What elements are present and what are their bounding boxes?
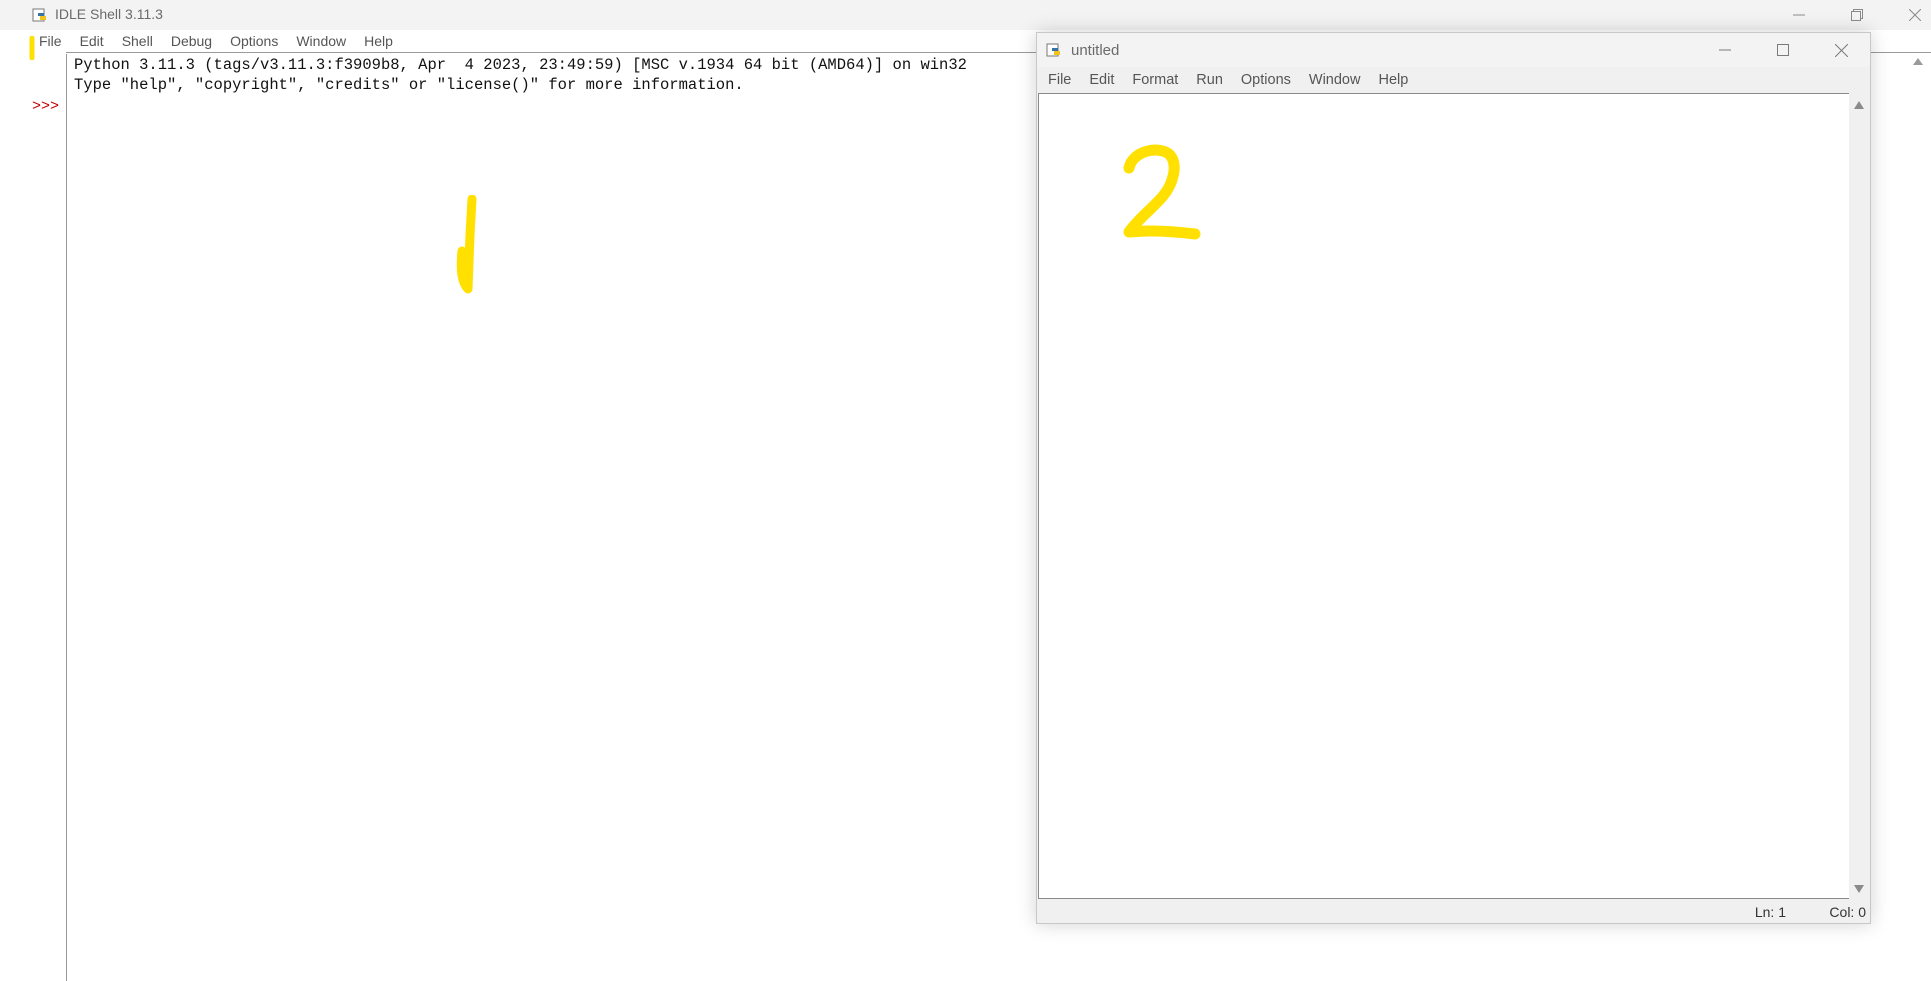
idle-editor-window: untitled File Edit Format Run Options Wi… [1036, 32, 1871, 924]
python-icon [1046, 42, 1062, 58]
editor-menu-file[interactable]: File [1039, 69, 1080, 91]
shell-menu-bar: File Edit Shell Debug Options Window Hel… [30, 30, 402, 52]
scroll-down-icon[interactable] [1854, 885, 1864, 893]
restore-icon[interactable] [1834, 0, 1880, 30]
editor-title: untitled [1071, 42, 1120, 59]
editor-menu-window[interactable]: Window [1300, 69, 1370, 91]
shell-prompt: >>> [32, 98, 60, 115]
shell-prompt-gutter: >>> [30, 54, 67, 981]
editor-menu-help[interactable]: Help [1369, 69, 1417, 91]
shell-banner-line-1: Python 3.11.3 (tags/v3.11.3:f3909b8, Apr… [74, 56, 967, 74]
editor-menu-bar: File Edit Format Run Options Window Help [1039, 69, 1417, 91]
editor-vertical-scrollbar[interactable] [1849, 93, 1869, 899]
editor-menu-options[interactable]: Options [1232, 69, 1300, 91]
shell-menu-shell[interactable]: Shell [113, 30, 162, 52]
close-icon[interactable] [1818, 33, 1864, 67]
minimize-icon[interactable] [1702, 33, 1748, 67]
editor-menu-edit[interactable]: Edit [1080, 69, 1123, 91]
shell-menu-help[interactable]: Help [355, 30, 402, 52]
annotation-tick-mark [29, 35, 37, 65]
shell-menu-options[interactable]: Options [221, 30, 287, 52]
editor-menu-format[interactable]: Format [1123, 69, 1187, 91]
shell-menu-debug[interactable]: Debug [162, 30, 221, 52]
annotation-label-2 [1119, 144, 1209, 249]
shell-scroll-up-icon[interactable] [1913, 58, 1923, 65]
scroll-up-icon[interactable] [1854, 101, 1864, 109]
editor-text-area[interactable] [1038, 93, 1851, 899]
shell-banner-line-2: Type "help", "copyright", "credits" or "… [74, 76, 744, 94]
shell-menu-edit[interactable]: Edit [71, 30, 113, 52]
python-icon [32, 7, 48, 23]
shell-title-bar[interactable]: IDLE Shell 3.11.3 [0, 0, 1931, 30]
minimize-icon[interactable] [1776, 0, 1822, 30]
close-icon[interactable] [1892, 0, 1931, 30]
editor-menu-run[interactable]: Run [1187, 69, 1232, 91]
maximize-icon[interactable] [1760, 33, 1806, 67]
annotation-label-1 [450, 194, 480, 300]
shell-title: IDLE Shell 3.11.3 [55, 6, 163, 22]
editor-status-bar: Ln: 1 Col: 0 [1037, 899, 1870, 923]
shell-menu-window[interactable]: Window [287, 30, 355, 52]
status-column: Col: 0 [1829, 904, 1866, 920]
status-line: Ln: 1 [1754, 904, 1786, 920]
editor-title-bar[interactable]: untitled [1037, 33, 1870, 67]
